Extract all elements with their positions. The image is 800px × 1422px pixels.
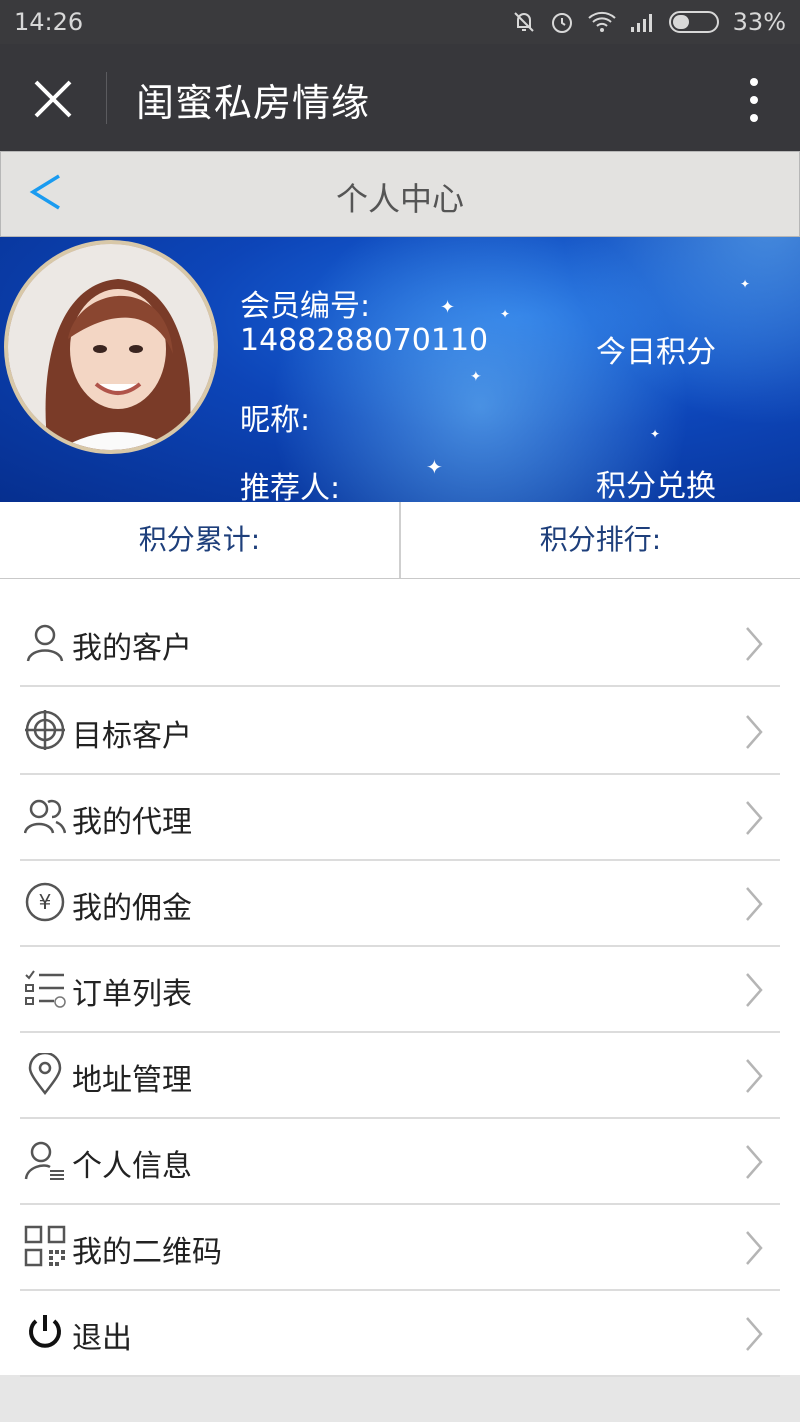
users-icon	[24, 799, 66, 834]
menu-item-label: 目标客户	[72, 719, 192, 754]
chevron-right-icon	[746, 973, 763, 1007]
today-points-button[interactable]: 今日积分	[596, 327, 716, 371]
member-number-label: 会员编号:	[240, 289, 371, 324]
menu-item-logout[interactable]: 退出	[20, 1289, 780, 1377]
points-exchange-button[interactable]: 积分兑换	[596, 461, 716, 502]
chevron-right-icon	[746, 1231, 763, 1265]
star-decoration: ✦	[426, 455, 443, 479]
chevron-right-icon	[746, 1317, 763, 1351]
points-stats: 积分累计: 积分排行:	[0, 502, 800, 579]
points-rank[interactable]: 积分排行:	[399, 502, 800, 578]
points-total[interactable]: 积分累计:	[0, 502, 399, 578]
menu-item-personal-info[interactable]: 个人信息	[20, 1117, 780, 1205]
battery-icon	[668, 11, 719, 33]
page-title: 个人中心	[335, 180, 464, 218]
close-icon[interactable]	[30, 76, 76, 122]
app-title: 闺蜜私房情缘	[136, 81, 371, 125]
chevron-right-icon	[746, 887, 763, 921]
referrer-label: 推荐人:	[240, 471, 341, 502]
chevron-right-icon	[746, 627, 763, 661]
star-decoration: ✦	[500, 307, 511, 321]
svg-text:¥: ¥	[39, 890, 52, 914]
menu-item-label: 我的客户	[72, 631, 192, 666]
title-divider	[106, 72, 107, 124]
user-card-icon	[24, 1141, 64, 1180]
wifi-icon	[587, 11, 616, 32]
menu-item-target-customers[interactable]: 目标客户	[20, 687, 780, 775]
app-title-bar: 闺蜜私房情缘	[0, 44, 800, 151]
location-pin-icon	[28, 1053, 62, 1095]
menu-item-label: 我的代理	[72, 805, 192, 840]
status-icons: 33%	[511, 8, 786, 36]
star-decoration: ✦	[740, 277, 751, 291]
menu-item-order-list[interactable]: 订单列表	[20, 945, 780, 1033]
power-icon	[29, 1315, 61, 1348]
target-icon	[25, 710, 65, 750]
member-number: 1488288070110	[240, 323, 489, 358]
menu-item-label: 我的佣金	[72, 891, 192, 926]
menu-item-my-qrcode[interactable]: 我的二维码	[20, 1203, 780, 1291]
profile-banner: ✦ ✦ ✦ ✦ ✦ ✦ 会员编号: 1488288070110 昵称: 推荐人:…	[0, 237, 800, 502]
menu-item-label: 个人信息	[72, 1149, 192, 1184]
qrcode-icon	[24, 1225, 66, 1267]
star-decoration: ✦	[650, 427, 661, 441]
chevron-right-icon	[746, 1059, 763, 1093]
menu-item-my-customers[interactable]: 我的客户	[20, 599, 780, 687]
menu-item-my-agents[interactable]: 我的代理	[20, 773, 780, 861]
avatar[interactable]	[4, 240, 218, 454]
menu-list: 我的客户 目标客户 我的代理 ¥ 我的佣金 订单列表 地址管理 个人信息 我的二…	[0, 579, 800, 1377]
chevron-right-icon	[746, 715, 763, 749]
chevron-right-icon	[746, 801, 763, 835]
mute-notification-icon	[513, 12, 534, 32]
star-decoration: ✦	[440, 297, 456, 318]
yen-icon: ¥	[25, 882, 65, 922]
menu-item-label: 我的二维码	[72, 1235, 222, 1270]
nickname-label: 昵称:	[240, 403, 311, 438]
menu-item-label: 订单列表	[72, 977, 192, 1012]
menu-item-address-management[interactable]: 地址管理	[20, 1031, 780, 1119]
status-bar: 14:26 33%	[0, 0, 800, 44]
battery-percent: 33%	[732, 8, 786, 36]
signal-icon	[630, 14, 652, 32]
page-header: 个人中心	[0, 151, 800, 237]
more-options-icon[interactable]	[746, 74, 762, 126]
status-time: 14:26	[14, 8, 84, 36]
user-icon	[26, 624, 64, 662]
menu-item-label: 退出	[72, 1321, 132, 1356]
alarm-icon	[551, 13, 572, 33]
chevron-right-icon	[746, 1145, 763, 1179]
menu-item-label: 地址管理	[72, 1063, 192, 1098]
checklist-icon	[25, 970, 66, 1008]
menu-item-my-commission[interactable]: ¥ 我的佣金	[20, 859, 780, 947]
star-decoration: ✦	[470, 369, 482, 385]
